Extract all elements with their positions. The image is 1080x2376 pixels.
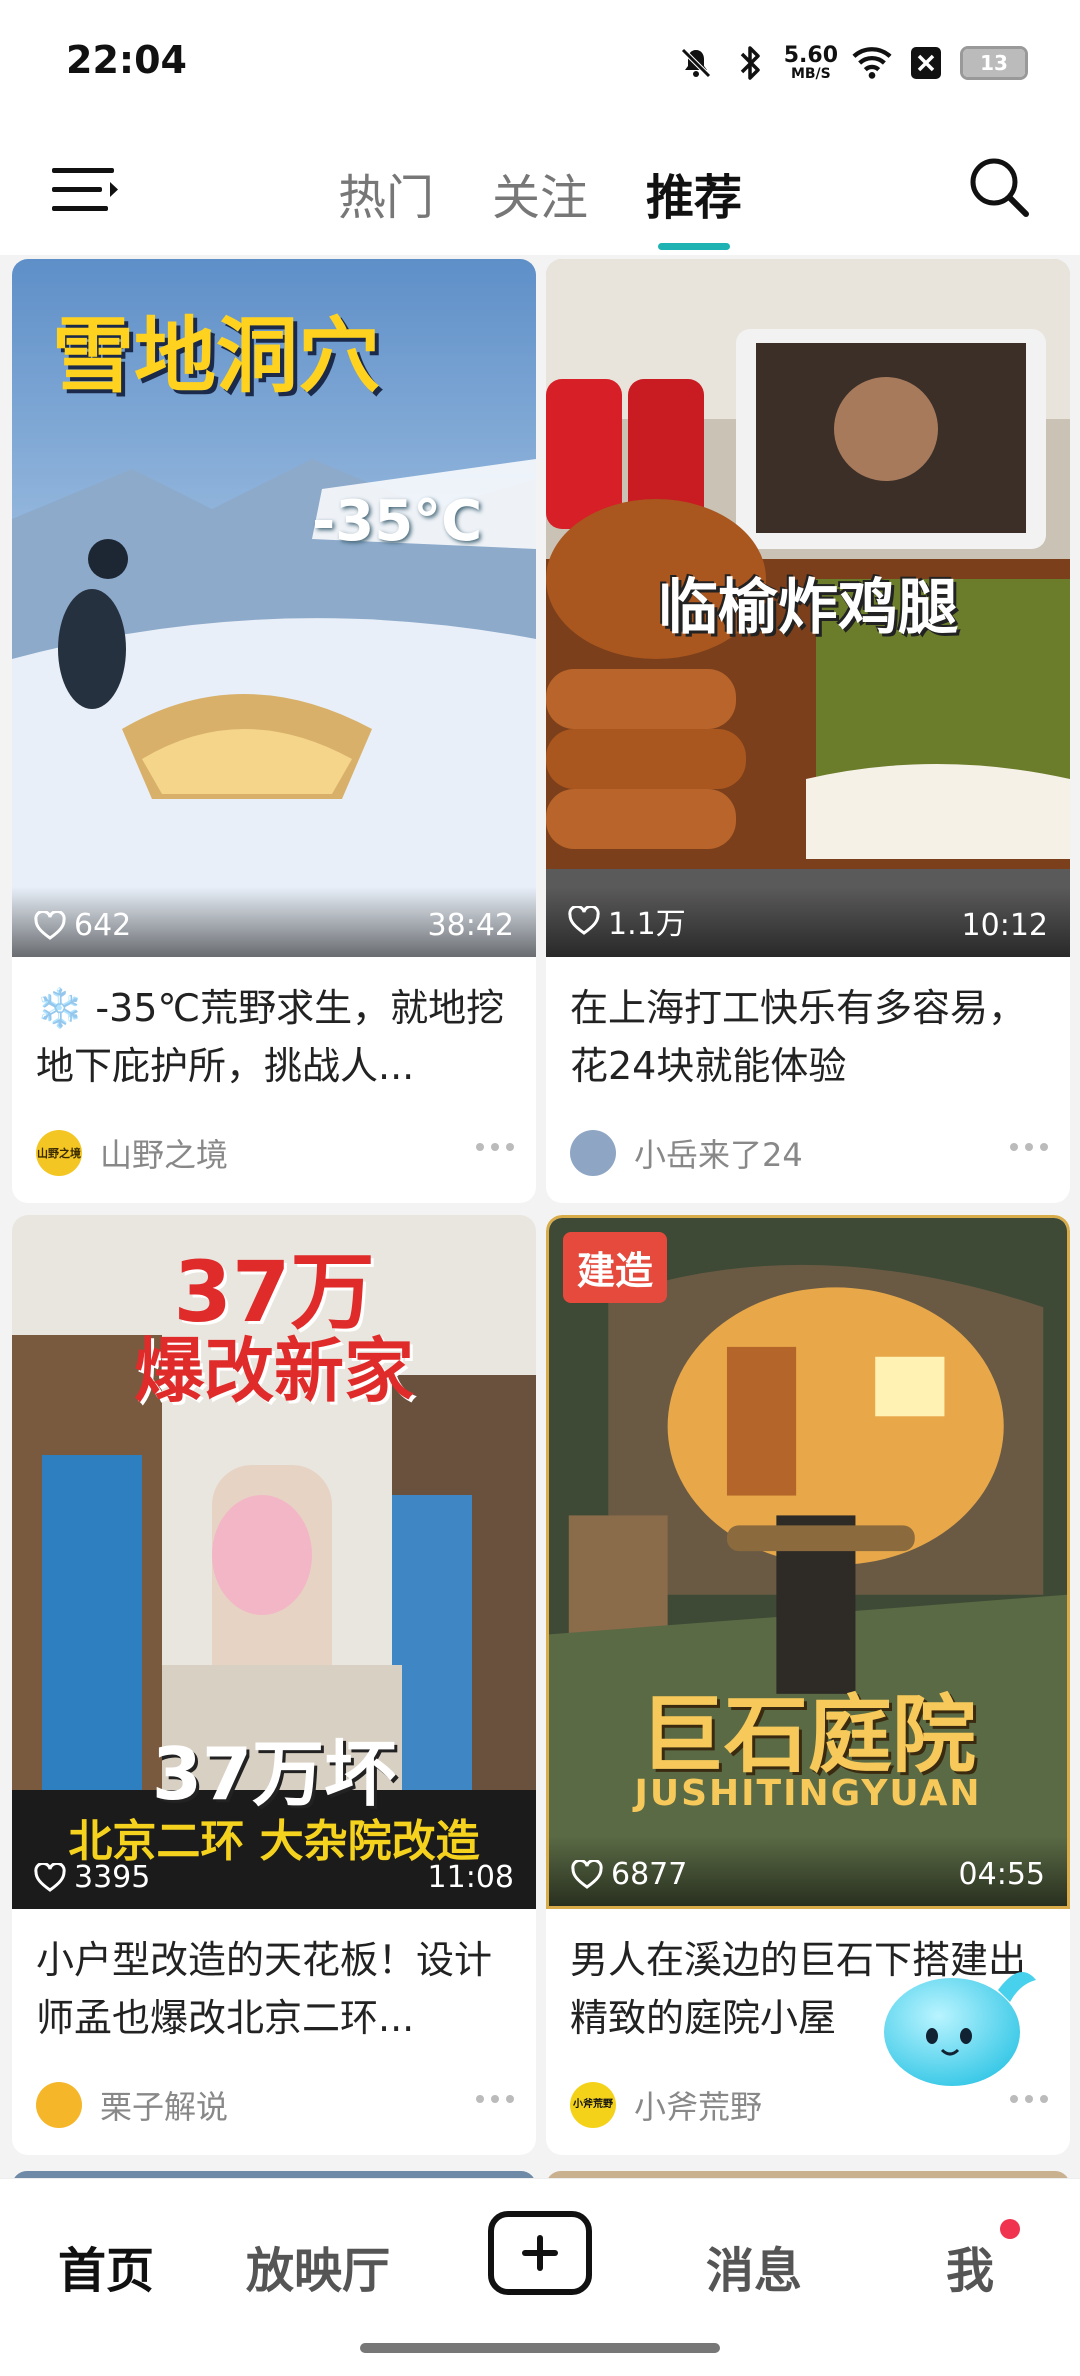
more-options-button[interactable] <box>1010 1143 1048 1151</box>
thumbnail-overlay-title: 雪地洞穴 <box>52 309 381 404</box>
like-count: 642 <box>34 908 131 943</box>
floating-mascot-button[interactable] <box>880 1950 1040 2090</box>
like-count: 3395 <box>34 1860 150 1895</box>
feed-tabs: 热门 关注 推荐 <box>0 158 1080 250</box>
close-box-icon <box>906 43 946 83</box>
video-card-partial[interactable] <box>546 2171 1070 2178</box>
create-button[interactable] <box>488 2211 592 2295</box>
bluetooth-icon <box>730 43 770 83</box>
video-thumbnail[interactable]: 雪地洞穴 -35°C 642 38:42 <box>12 259 536 957</box>
battery-level: 13 <box>963 49 1025 77</box>
author-avatar[interactable]: 小斧荒野 <box>570 2082 616 2128</box>
video-title[interactable]: 在上海打工快乐有多容易，花24块就能体验 <box>546 957 1070 1103</box>
thumbnail-overlay-title-2: 爆改新家 <box>134 1330 414 1412</box>
heart-icon <box>34 1862 66 1892</box>
like-count-value: 642 <box>74 908 132 943</box>
status-bar: 22:04 5.60 MB/S 13 <box>0 0 1080 120</box>
nav-me[interactable]: 我 <box>946 2231 994 2301</box>
thumbnail-overlay-subtitle: JUSHITINGYUAN <box>634 1773 982 1814</box>
bottom-navigation: 首页 放映厅 消息 我 <box>0 2178 1080 2376</box>
video-duration: 04:55 <box>958 1857 1045 1892</box>
like-count: 1.1万 <box>568 899 686 943</box>
avatar-text: 山野之境 <box>37 1146 81 1160</box>
thumbnail-overlay-title: 临榆炸鸡腿 <box>658 573 958 643</box>
author-name[interactable]: 小岳来了24 <box>634 1130 803 1176</box>
thumbnail-overlay-temp: -35°C <box>312 489 483 554</box>
video-duration: 38:42 <box>427 908 514 943</box>
plus-icon <box>522 2235 558 2271</box>
top-header: 热门 关注 推荐 <box>0 120 1080 255</box>
author-name[interactable]: 山野之境 <box>100 1130 228 1176</box>
more-options-button[interactable] <box>1010 2095 1048 2103</box>
author-avatar[interactable]: 山野之境 <box>36 1130 82 1176</box>
card-meta: 山野之境 山野之境 <box>12 1103 536 1203</box>
net-speed-value: 5.60 <box>783 43 838 68</box>
net-speed: 5.60 MB/S <box>783 43 838 82</box>
video-thumbnail[interactable]: 37万 爆改新家 37万坏 北京二环 大杂院改造 3395 11:08 <box>12 1215 536 1909</box>
battery-icon: 13 <box>960 46 1028 80</box>
nav-theater[interactable]: 放映厅 <box>246 2231 390 2301</box>
more-options-button[interactable] <box>476 1143 514 1151</box>
category-badge: 建造 <box>563 1232 668 1303</box>
author-name[interactable]: 小斧荒野 <box>634 2082 762 2128</box>
avatar-text: 小斧荒野 <box>573 2099 613 2110</box>
bell-muted-icon <box>676 43 716 83</box>
notification-dot <box>1000 2219 1020 2239</box>
card-meta: 栗子解说 <box>12 2055 536 2155</box>
author-name[interactable]: 栗子解说 <box>100 2082 228 2128</box>
video-card[interactable]: 雪地洞穴 -35°C 642 38:42 ❄️ -35℃荒野求生，就地挖地下庇护… <box>12 259 536 1203</box>
video-card[interactable]: 37万 爆改新家 37万坏 北京二环 大杂院改造 3395 11:08 小户型改… <box>12 1215 536 2155</box>
card-meta: 小岳来了24 <box>546 1103 1070 1203</box>
like-count-value: 1.1万 <box>608 907 686 942</box>
like-count: 6877 <box>571 1857 687 1892</box>
thumbnail-overlay-title: 巨石庭院 <box>639 1686 976 1784</box>
whale-mascot-icon <box>884 1972 1036 2086</box>
search-button[interactable] <box>966 154 1032 220</box>
video-duration: 11:08 <box>427 1860 514 1895</box>
video-card-partial[interactable] <box>12 2171 536 2178</box>
wifi-icon <box>852 43 892 83</box>
tab-following[interactable]: 关注 <box>492 158 588 250</box>
video-title[interactable]: 小户型改造的天花板！设计师孟也爆改北京二环... <box>12 1909 536 2055</box>
heart-icon <box>34 910 66 940</box>
more-options-button[interactable] <box>476 2095 514 2103</box>
video-card[interactable]: 临榆炸鸡腿 1.1万 10:12 在上海打工快乐有多容易，花24块就能体验 小岳… <box>546 259 1070 1203</box>
video-duration: 10:12 <box>961 908 1048 943</box>
video-feed: 雪地洞穴 -35°C 642 38:42 ❄️ -35℃荒野求生，就地挖地下庇护… <box>0 255 1080 2178</box>
tab-hot[interactable]: 热门 <box>338 158 434 250</box>
video-title[interactable]: ❄️ -35℃荒野求生，就地挖地下庇护所，挑战人... <box>12 957 536 1103</box>
heart-icon <box>568 906 600 935</box>
author-avatar[interactable] <box>36 2082 82 2128</box>
search-icon <box>970 158 1029 217</box>
tab-recommended[interactable]: 推荐 <box>646 158 742 250</box>
status-time: 22:04 <box>66 38 187 82</box>
heart-icon <box>571 1859 603 1889</box>
like-count-value: 3395 <box>74 1860 151 1895</box>
video-thumbnail[interactable]: 建造 巨石庭院 JUSHITINGYUAN 6877 04:55 <box>546 1215 1070 1909</box>
video-thumbnail[interactable]: 临榆炸鸡腿 1.1万 10:12 <box>546 259 1070 957</box>
nav-home[interactable]: 首页 <box>58 2231 154 2301</box>
nav-messages[interactable]: 消息 <box>706 2231 802 2301</box>
status-icons: 5.60 MB/S 13 <box>676 38 1028 88</box>
author-avatar[interactable] <box>570 1130 616 1176</box>
home-indicator[interactable] <box>360 2343 720 2353</box>
net-speed-unit: MB/S <box>790 66 831 82</box>
like-count-value: 6877 <box>611 1857 688 1892</box>
